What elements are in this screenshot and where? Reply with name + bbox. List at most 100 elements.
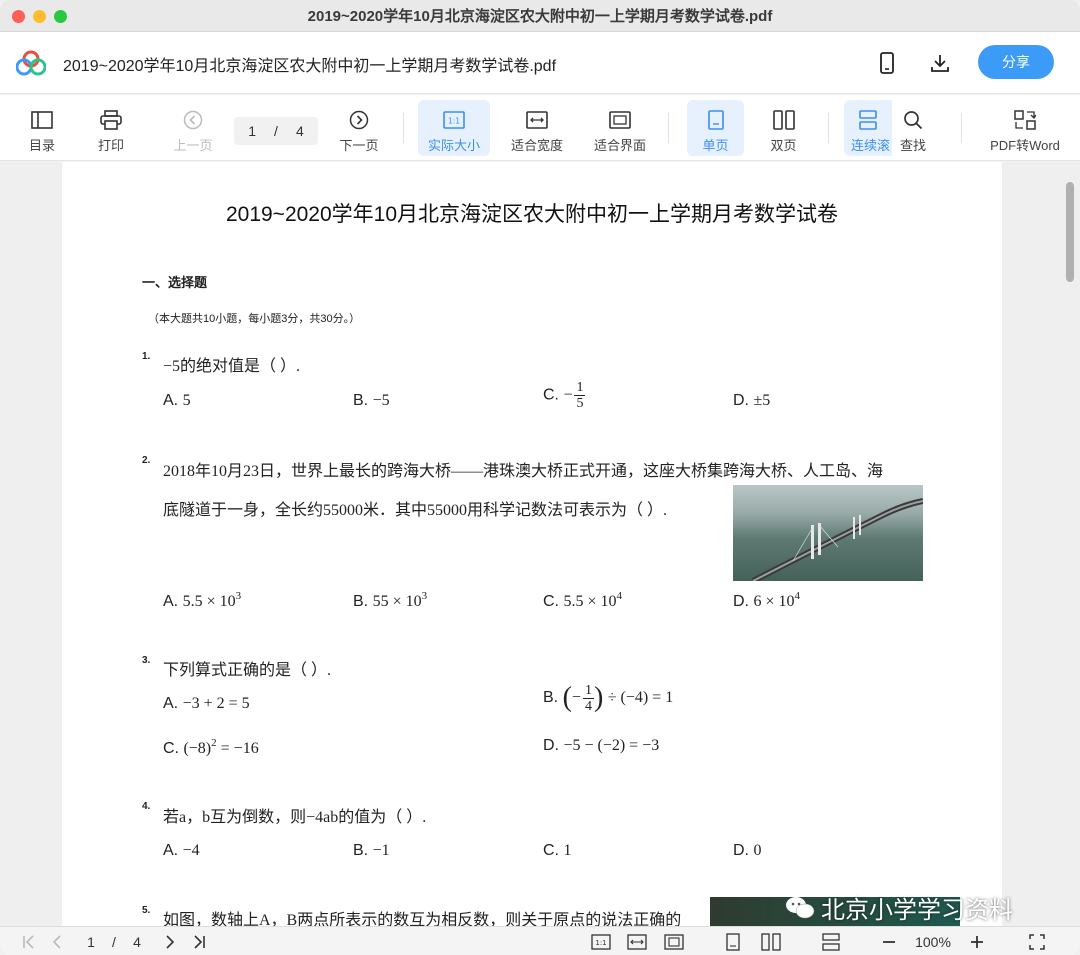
find-label: 查找 (899, 138, 926, 153)
option-a: A. 5 (163, 392, 191, 410)
toc-icon (31, 108, 53, 132)
option-letter: C. (163, 740, 179, 757)
fullscreen-icon[interactable] (1026, 932, 1048, 952)
fit-width-button[interactable]: 适合宽度 (501, 100, 573, 156)
zoom-out-icon[interactable] (880, 932, 898, 952)
next-page-button[interactable]: 下一页 (323, 100, 395, 156)
chevron-left-circle-icon (183, 108, 203, 132)
status-current-page[interactable]: 1 (84, 932, 98, 952)
print-button[interactable]: 打印 (75, 100, 147, 156)
option-value: −1 (372, 842, 390, 859)
question-number: 2. (142, 455, 151, 466)
toolbar-divider (668, 113, 669, 143)
option-letter: B. (353, 392, 369, 409)
option-value: (−8) (183, 740, 212, 757)
option-value: ±5 (753, 392, 771, 409)
option-letter: A. (163, 695, 179, 712)
continuous-scroll-icon[interactable] (820, 932, 842, 952)
option-value: ÷ (−4) = 1 (607, 689, 674, 707)
option-d: D. ±5 (733, 392, 770, 410)
option-letter: A. (163, 842, 179, 859)
double-page-icon[interactable] (760, 932, 782, 952)
svg-text:1:1: 1:1 (448, 117, 460, 126)
option-value: − (563, 386, 573, 404)
fraction: 14 (582, 682, 594, 714)
vertical-scrollbar[interactable] (1066, 182, 1074, 282)
download-icon[interactable] (927, 50, 953, 76)
double-page-label: 双页 (770, 138, 797, 153)
page-separator: / (274, 123, 278, 139)
exponent: 4 (794, 590, 800, 602)
fit-screen-icon (609, 108, 631, 132)
question-number: 5. (142, 905, 151, 916)
option-letter: D. (733, 842, 749, 859)
exponent: 3 (235, 590, 242, 602)
option-letter: B. (353, 593, 369, 610)
prev-label: 上一页 (173, 138, 213, 153)
single-page-button[interactable]: 单页 (687, 100, 744, 156)
first-page-icon[interactable] (20, 932, 38, 952)
wechat-icon (786, 896, 815, 918)
toolbar-divider (828, 113, 829, 143)
section-heading: 一、选择题 (142, 275, 208, 290)
option-d: D. −5 − (−2) = −3 (543, 737, 659, 755)
actual-size-button[interactable]: 1:1 实际大小 (418, 100, 490, 156)
find-button[interactable]: 查找 (877, 100, 949, 156)
fit-width-icon (526, 108, 548, 132)
question-text-line-2: 底隧道于一身，全长约55000米．其中55000用科学记数法可表示为（ ）. (163, 502, 668, 519)
question-text: 下列算式正确的是（ ）. (163, 662, 332, 679)
watermark: 北京小学学习资料 (785, 890, 1013, 925)
title-bar: 2019~2020学年10月北京海淀区农大附中初一上学期月考数学试卷.pdf (0, 0, 1080, 32)
current-page-input[interactable]: 1 (248, 123, 256, 139)
fit-screen-icon[interactable] (663, 932, 685, 952)
fit-screen-button[interactable]: 适合界面 (584, 100, 656, 156)
fraction-numerator: 1 (574, 380, 586, 396)
option-value: 6 × 10 (753, 593, 795, 610)
exponent: 3 (421, 590, 428, 602)
option-letter: C. (543, 842, 559, 859)
zoom-level[interactable]: 100% (908, 932, 958, 952)
double-page-button[interactable]: 双页 (755, 100, 812, 156)
option-b: B. 55 × 103 (353, 590, 427, 611)
page-indicator[interactable]: 1 / 4 (234, 117, 318, 145)
single-page-icon[interactable] (724, 932, 742, 952)
maximize-window-button[interactable] (54, 10, 67, 23)
option-d: D. 6 × 104 (733, 590, 800, 611)
actual-size-icon[interactable]: 1:1 (590, 932, 612, 952)
fit-width-label: 适合宽度 (510, 138, 563, 153)
minimize-window-button[interactable] (33, 10, 46, 23)
prev-page-button[interactable]: 上一页 (157, 100, 229, 156)
fraction-numerator: 1 (582, 682, 594, 699)
phone-icon[interactable] (874, 50, 900, 76)
fit-width-icon[interactable] (626, 932, 648, 952)
toc-button[interactable]: 目录 (6, 100, 78, 156)
print-label: 打印 (97, 138, 124, 153)
option-letter: D. (733, 593, 749, 610)
option-letter: B. (543, 689, 559, 707)
toolbar-divider (403, 113, 404, 143)
zoom-in-icon[interactable] (968, 932, 986, 952)
pdf-to-word-button[interactable]: PDF转Word (982, 100, 1068, 156)
question-text: 如图，数轴上A，B两点所表示的数互为相反数，则关于原点的说法正确的 (163, 912, 682, 926)
option-letter: C. (543, 386, 559, 404)
continuous-scroll-icon (858, 108, 878, 132)
next-page-icon[interactable] (161, 932, 179, 952)
option-value: 1 (563, 842, 572, 859)
pdf-page: 2019~2020学年10月北京海淀区农大附中初一上学期月考数学试卷 一、选择题… (62, 162, 1002, 926)
document-title: 2019~2020学年10月北京海淀区农大附中初一上学期月考数学试卷.pdf (63, 58, 557, 75)
bridge-photo (733, 485, 923, 581)
share-button[interactable]: 分享 (978, 45, 1054, 79)
option-a: A. −4 (163, 842, 200, 860)
prev-page-icon[interactable] (48, 932, 66, 952)
option-b: B. −5 (353, 392, 390, 410)
double-page-icon (772, 108, 795, 132)
page-title: 2019~2020学年10月北京海淀区农大附中初一上学期月考数学试卷 (225, 203, 839, 226)
option-c: C. 1 (543, 842, 571, 860)
question-number: 1. (142, 351, 151, 362)
question-number: 3. (142, 655, 151, 666)
close-window-button[interactable] (12, 10, 25, 23)
option-value: −3 + 2 = 5 (182, 695, 250, 712)
right-paren: ) (593, 682, 604, 713)
last-page-icon[interactable] (190, 932, 208, 952)
document-viewport[interactable]: 2019~2020学年10月北京海淀区农大附中初一上学期月考数学试卷 一、选择题… (0, 162, 1080, 926)
